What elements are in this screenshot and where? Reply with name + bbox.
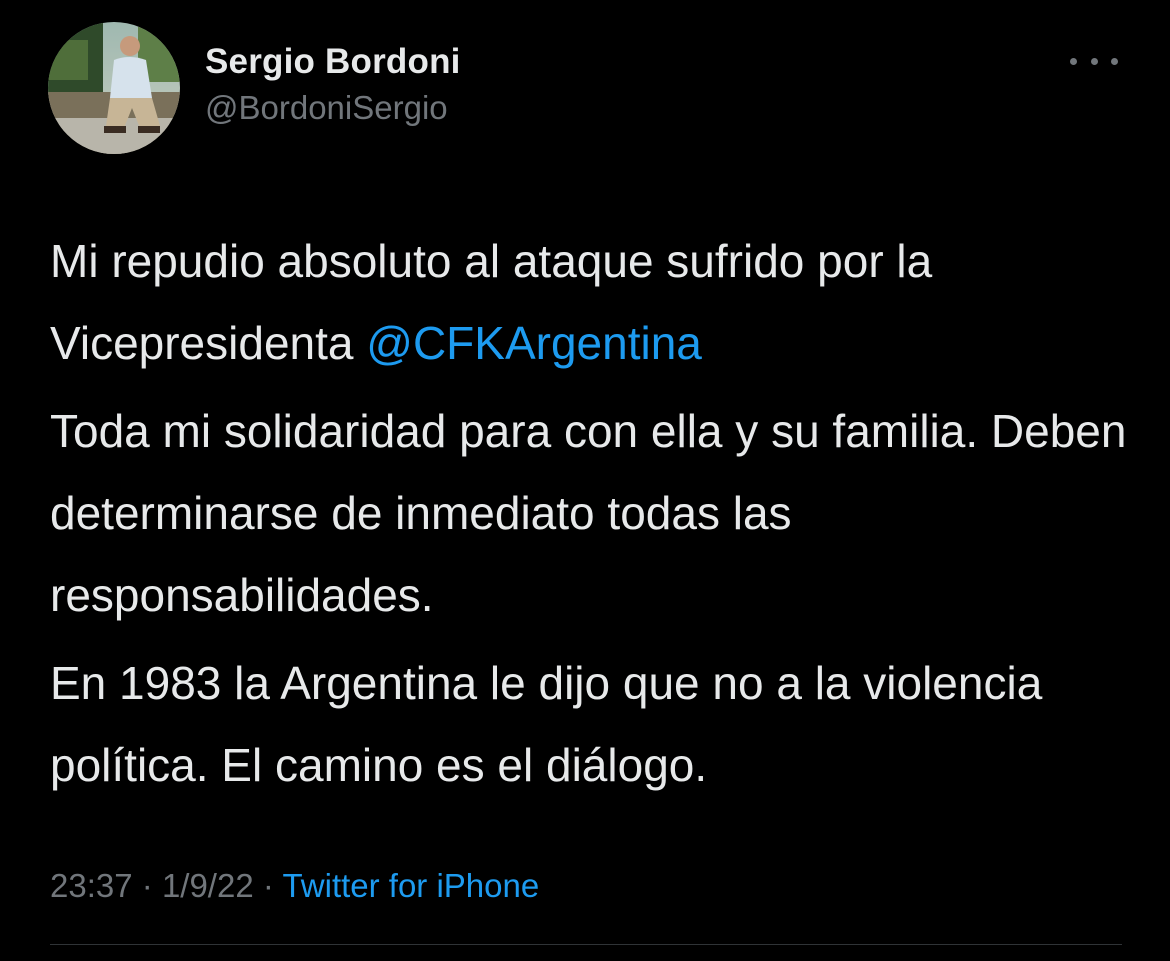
tweet-paragraph: Toda mi solidaridad para con ella y su f… xyxy=(50,405,1127,621)
meta-separator: · xyxy=(262,867,274,904)
author-info: Sergio Bordoni @BordoniSergio xyxy=(205,40,461,130)
more-options-dot xyxy=(1090,57,1098,65)
author-display-name[interactable]: Sergio Bordoni xyxy=(205,40,461,84)
avatar[interactable] xyxy=(48,22,180,154)
tweet-text: Mi repudio absoluto al ataque sufrido po… xyxy=(50,220,1140,806)
tweet-meta: 23:37 · 1/9/22 · Twitter for iPhone xyxy=(50,864,539,908)
tweet-source-link[interactable]: Twitter for iPhone xyxy=(282,867,539,904)
tweet-time: 23:37 xyxy=(50,867,133,904)
author-handle[interactable]: @BordoniSergio xyxy=(205,86,461,130)
tweet: Sergio Bordoni @BordoniSergio Mi repudio… xyxy=(0,0,1170,961)
mention-link[interactable]: @CFKArgentina xyxy=(366,317,702,369)
more-options-icon[interactable] xyxy=(1070,44,1118,78)
tweet-date: 1/9/22 xyxy=(161,867,254,904)
tweet-paragraph: En 1983 la Argentina le dijo que no a la… xyxy=(50,657,1043,791)
divider xyxy=(50,944,1122,945)
profile-photo-icon xyxy=(48,22,180,154)
meta-separator: · xyxy=(141,867,153,904)
more-options-dot xyxy=(1070,57,1077,65)
tweet-paragraph: Mi repudio absoluto al ataque sufrido po… xyxy=(50,220,1140,384)
more-options-dot xyxy=(1111,57,1118,65)
